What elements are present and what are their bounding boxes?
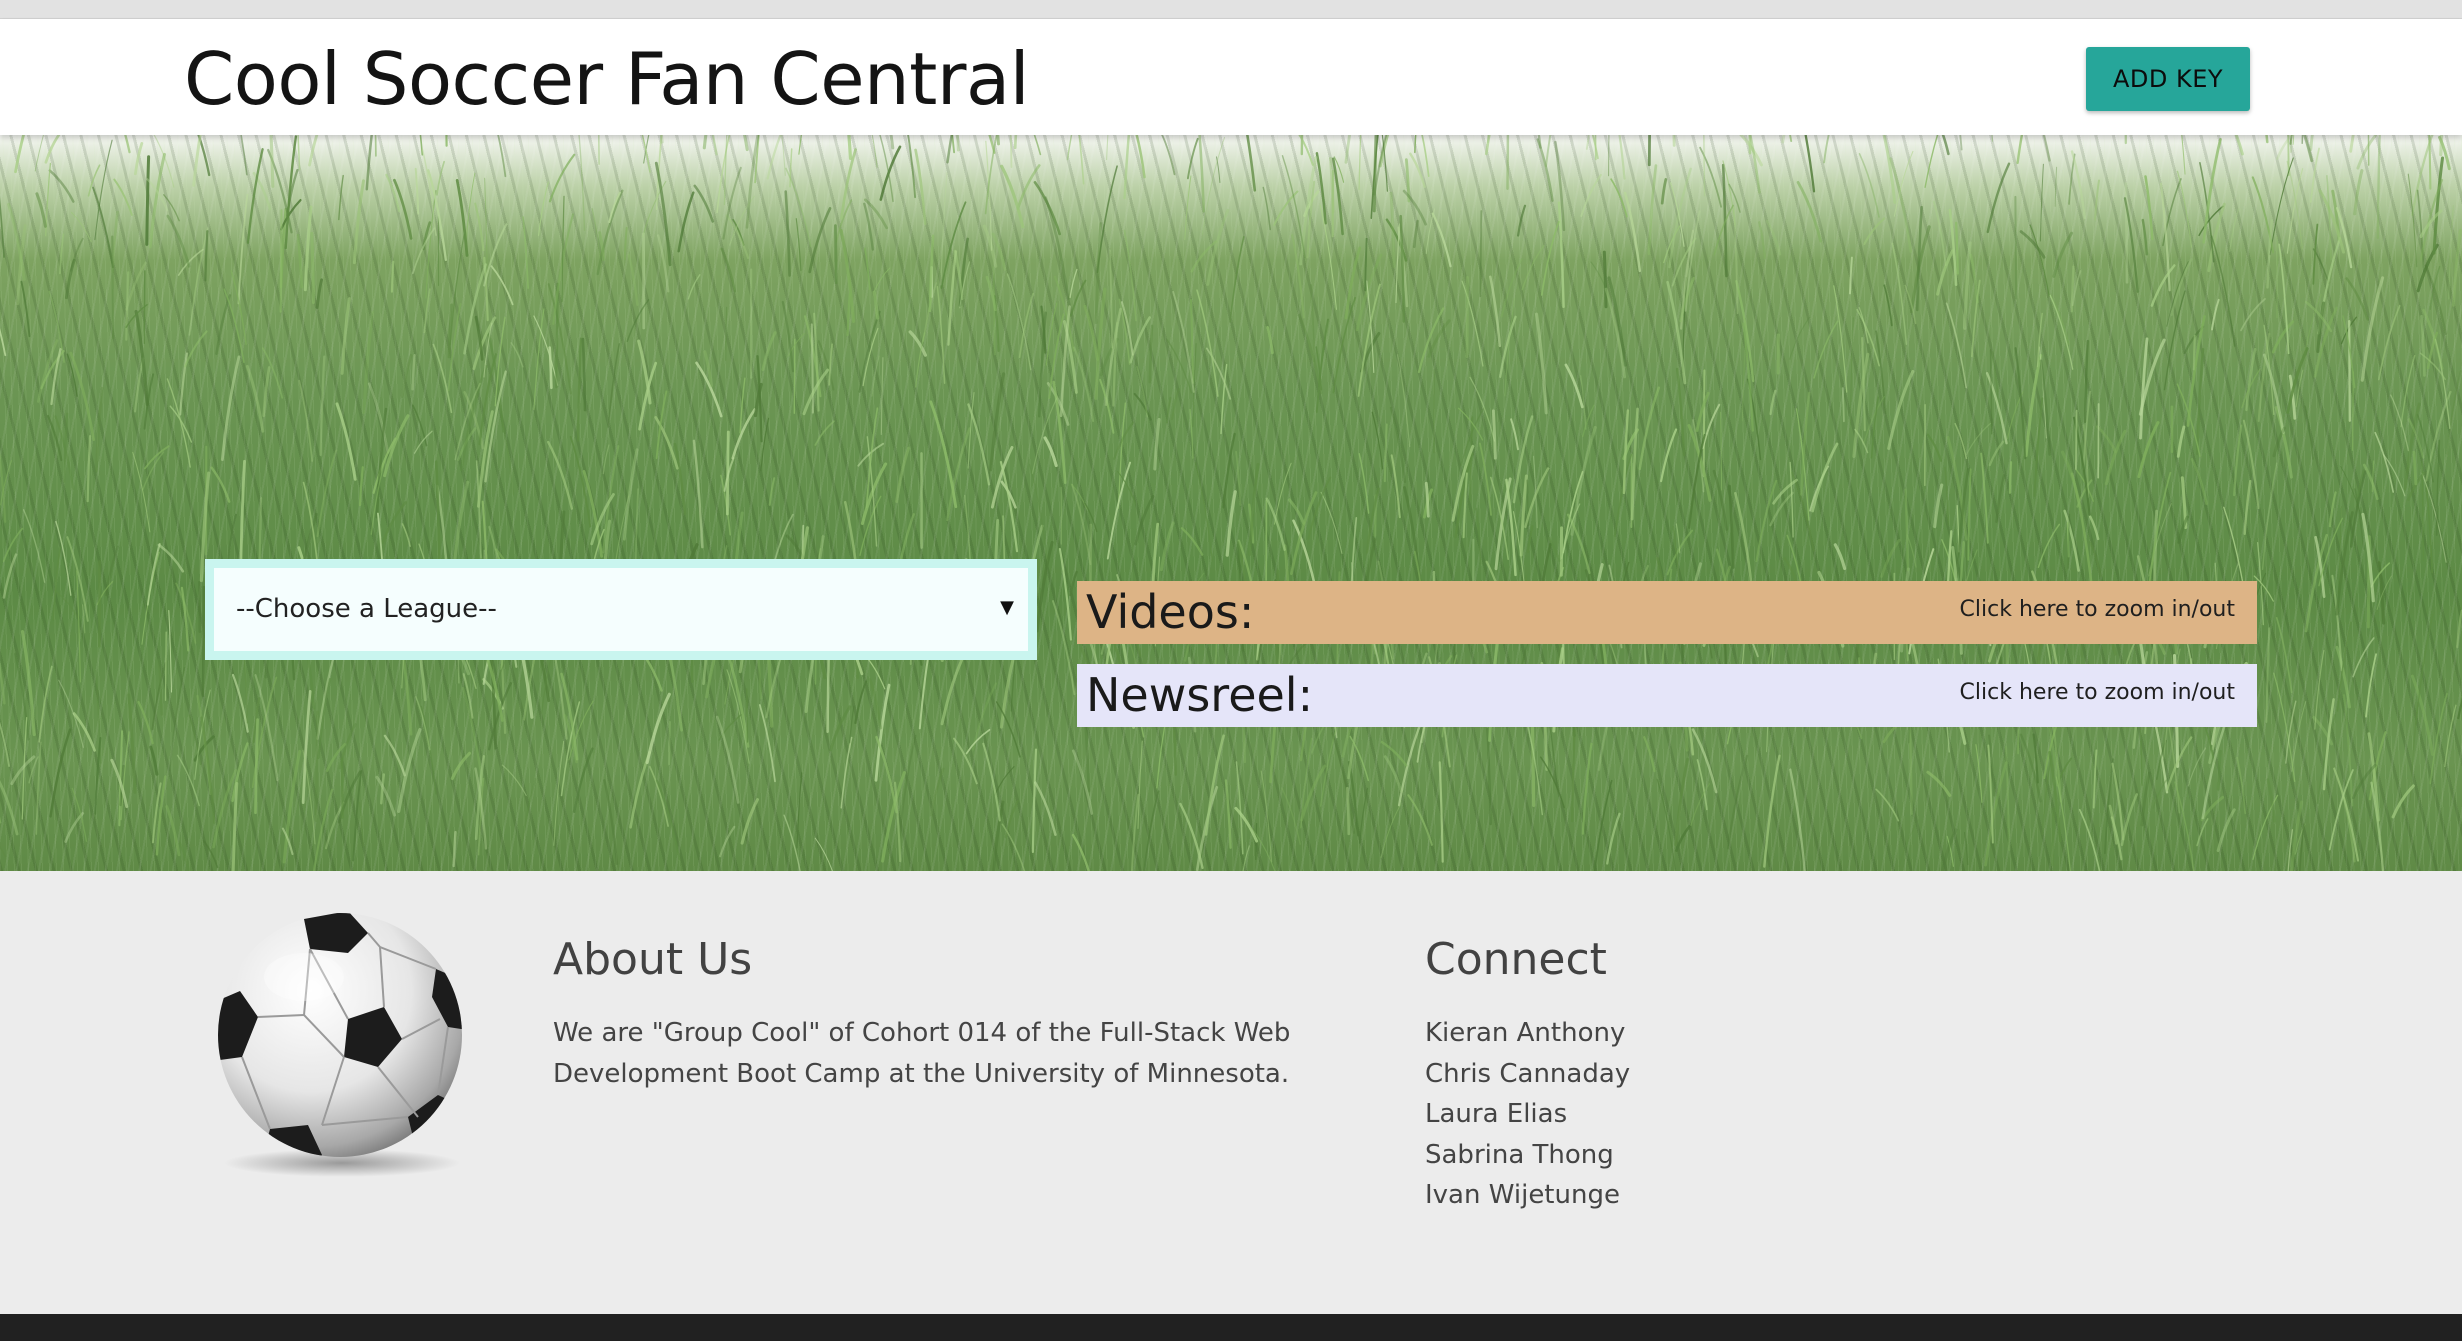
about-us-title: About Us — [553, 934, 753, 985]
connect-name: Chris Cannaday — [1425, 1058, 1631, 1089]
connect-name: Kieran Anthony — [1425, 1018, 1626, 1048]
league-select-value: --Choose a League-- — [236, 594, 497, 624]
newsreel-title: Newsreel: — [1086, 668, 1314, 722]
videos-zoom-toggle[interactable]: Click here to zoom in/out — [1960, 581, 2235, 639]
connect-name: Laura Elias — [1425, 1099, 1568, 1129]
about-us-text: We are "Group Cool" of Cohort 014 of the… — [553, 1013, 1291, 1095]
soccer-ball-icon — [218, 913, 462, 1177]
videos-title: Videos: — [1086, 585, 1255, 639]
hero-grass-background: --Choose a League-- ▼ Videos: Click here… — [0, 135, 2462, 871]
site-title[interactable]: Cool Soccer Fan Central — [184, 37, 1030, 121]
navbar: Cool Soccer Fan Central ADD KEY — [0, 19, 2462, 135]
add-key-button[interactable]: ADD KEY — [2086, 47, 2250, 111]
grass-image — [0, 135, 2462, 871]
chevron-down-icon: ▼ — [1000, 597, 1014, 618]
about-us-line: Development Boot Camp at the University … — [553, 1059, 1290, 1089]
videos-panel: Videos: Click here to zoom in/out — [1077, 581, 2257, 644]
about-us-line: We are "Group Cool" of Cohort 014 of the… — [553, 1018, 1291, 1048]
browser-top-strip — [0, 0, 2462, 19]
newsreel-zoom-toggle[interactable]: Click here to zoom in/out — [1960, 664, 2235, 722]
connect-title: Connect — [1425, 934, 1607, 985]
connect-list: Kieran Anthony Chris Cannaday Laura Elia… — [1425, 1013, 1630, 1216]
connect-name: Ivan Wijetunge — [1425, 1180, 1620, 1210]
connect-name: Sabrina Thong — [1425, 1139, 1614, 1170]
bottom-bar — [0, 1314, 2462, 1341]
league-select[interactable]: --Choose a League-- ▼ — [205, 559, 1037, 660]
newsreel-panel: Newsreel: Click here to zoom in/out — [1077, 664, 2257, 727]
footer: About Us We are "Group Cool" of Cohort 0… — [0, 871, 2462, 1314]
